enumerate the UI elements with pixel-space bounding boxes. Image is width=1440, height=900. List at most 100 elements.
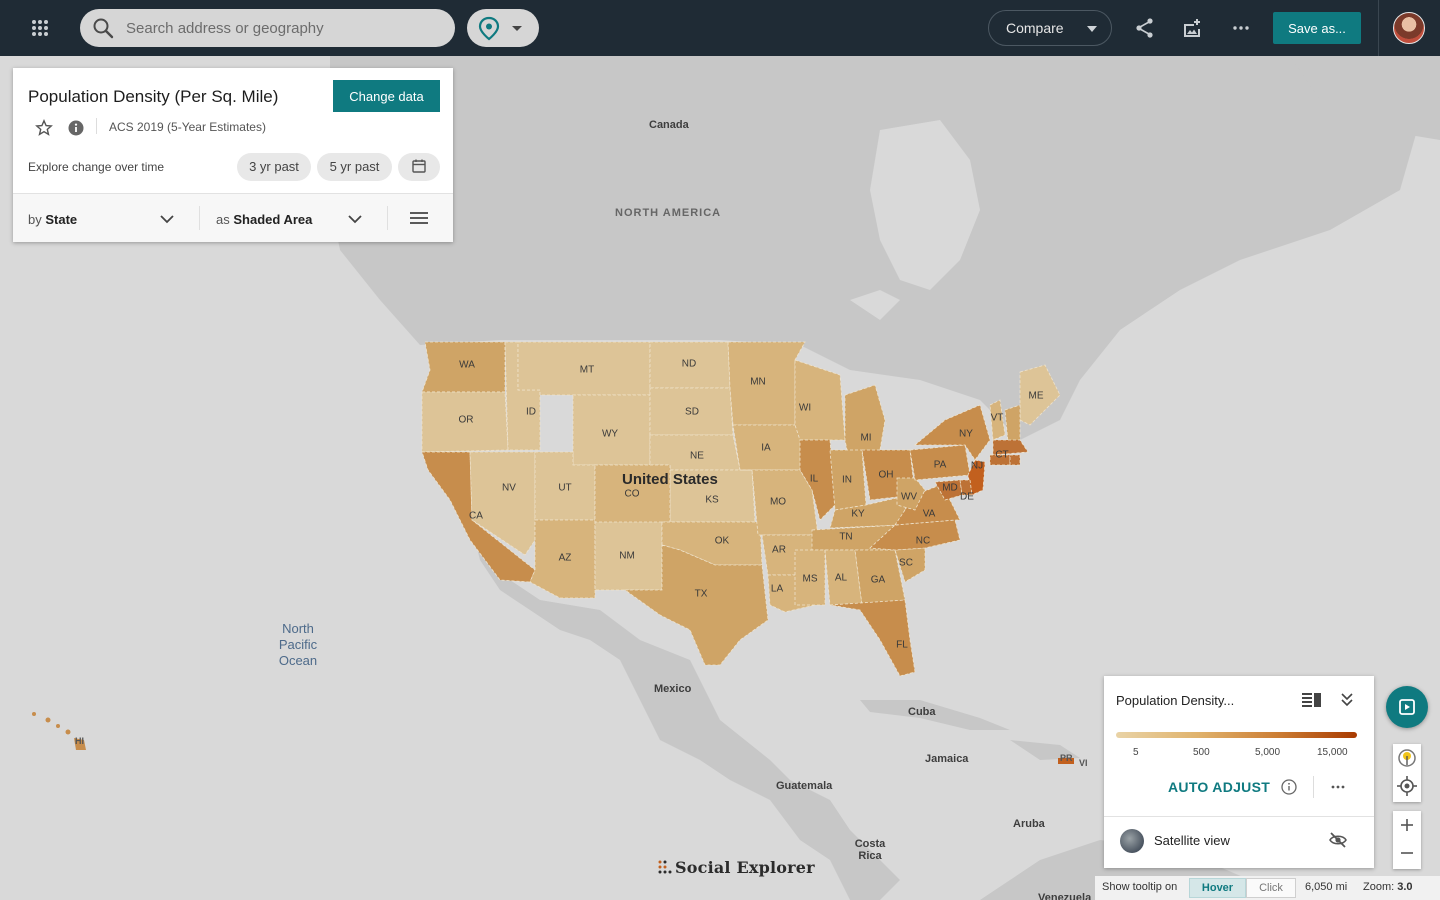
crosshair-icon	[1397, 776, 1417, 796]
more-icon[interactable]	[1229, 16, 1253, 40]
minus-icon	[1401, 852, 1413, 854]
click-toggle[interactable]: Click	[1246, 878, 1296, 898]
state-ri[interactable]	[1009, 454, 1021, 466]
legend-panel: Population Density... 5 500 5,000 15,000…	[1104, 676, 1374, 868]
map-label-north-america: NORTH AMERICA	[615, 207, 722, 219]
state-label-nd: ND	[681, 358, 697, 370]
map-scale: 6,050 mi	[1305, 881, 1348, 893]
state-label-nm: NM	[619, 550, 635, 562]
state-label-ks: KS	[705, 494, 719, 506]
zoom-in-button[interactable]	[1393, 811, 1421, 839]
state-label-mi: MI	[860, 432, 872, 444]
chevron-down-icon	[160, 215, 174, 224]
state-label-de: DE	[960, 491, 974, 503]
avatar[interactable]	[1393, 12, 1425, 44]
map-label-pr: PR	[1060, 753, 1073, 763]
state-mn[interactable]	[727, 341, 806, 426]
top-bar: Compare Save as...	[0, 0, 1440, 56]
state-label-sc: SC	[899, 557, 913, 569]
more-icon[interactable]	[1330, 779, 1346, 800]
compare-button[interactable]: Compare	[988, 10, 1112, 46]
status-bar: Show tooltip on Hover Click 6,050 mi Zoo…	[1095, 876, 1440, 900]
location-pin-icon	[478, 16, 500, 41]
five-year-past-button[interactable]: 5 yr past	[317, 153, 392, 181]
caret-down-icon	[1087, 26, 1097, 32]
state-mi[interactable]	[844, 384, 886, 456]
chevron-down-icon	[512, 26, 522, 31]
calendar-icon	[412, 159, 426, 173]
map-label-vi: VI	[1079, 758, 1088, 768]
location-marker-button[interactable]	[1393, 744, 1421, 772]
logo-text: Social Explorer	[675, 858, 815, 877]
satellite-thumbnail	[1120, 829, 1144, 853]
add-image-icon[interactable]	[1180, 16, 1204, 40]
apps-grid-icon[interactable]	[24, 14, 56, 42]
map-label-mexico: Mexico	[654, 683, 692, 695]
three-year-past-button[interactable]: 3 yr past	[237, 153, 311, 181]
hover-toggle[interactable]: Hover	[1189, 878, 1246, 898]
chevron-down-icon	[348, 215, 362, 224]
auto-adjust-button[interactable]: AUTO ADJUST	[1168, 779, 1270, 795]
divider	[387, 206, 388, 230]
survey-source: ACS 2019 (5-Year Estimates)	[109, 120, 266, 134]
map-label-venezuela: Venezuela	[1038, 892, 1092, 900]
state-label-wy: WY	[601, 428, 619, 440]
legend-tick: 5	[1133, 747, 1139, 758]
state-label-id: ID	[526, 406, 536, 418]
state-label-wi: WI	[798, 402, 812, 414]
change-data-button[interactable]: Change data	[333, 80, 440, 112]
state-label-ca: CA	[469, 510, 483, 522]
social-explorer-logo: Social Explorer	[658, 858, 815, 877]
state-label-sd: SD	[685, 406, 699, 418]
satellite-label: Satellite view	[1154, 833, 1230, 848]
legend-layout-icon[interactable]	[1302, 692, 1322, 713]
state-nh[interactable]	[1004, 404, 1021, 443]
logo-dots-icon	[658, 860, 672, 874]
by-geography-select[interactable]: by State	[13, 194, 199, 242]
eye-off-icon[interactable]	[1328, 831, 1348, 854]
tooltip-label: Show tooltip on	[1102, 881, 1178, 893]
state-wi[interactable]	[794, 359, 846, 441]
state-label-ne: NE	[690, 450, 704, 462]
location-dropdown-button[interactable]	[467, 9, 539, 47]
info-outline-icon[interactable]	[1281, 779, 1297, 800]
state-label-ct: CT	[995, 449, 1009, 461]
collapse-icon[interactable]	[1340, 691, 1354, 712]
data-panel: Population Density (Per Sq. Mile) Change…	[13, 68, 453, 242]
as-visualization-select[interactable]: as Shaded Area	[200, 194, 387, 242]
state-label-nv: NV	[502, 482, 516, 494]
state-label-ok: OK	[714, 535, 730, 547]
state-label-ga: GA	[870, 574, 886, 586]
my-location-button[interactable]	[1393, 772, 1421, 800]
location-marker-icon	[1398, 749, 1416, 767]
state-label-mn: MN	[750, 376, 766, 388]
state-label-oh: OH	[878, 469, 894, 481]
legend-tick: 500	[1193, 747, 1210, 758]
zoom-out-button[interactable]	[1393, 839, 1421, 867]
menu-icon[interactable]	[409, 210, 431, 226]
state-label-ms: MS	[802, 573, 818, 585]
state-label-tn: TN	[839, 531, 853, 543]
share-icon[interactable]	[1133, 16, 1157, 40]
by-value: State	[45, 212, 78, 227]
map-label-aruba: Aruba	[1013, 818, 1045, 830]
location-controls	[1393, 744, 1421, 802]
state-fl[interactable]	[829, 599, 916, 677]
state-label-wa: WA	[459, 359, 475, 371]
save-as-button[interactable]: Save as...	[1273, 12, 1361, 44]
state-label-la: LA	[770, 583, 784, 595]
zoom-controls	[1393, 811, 1421, 869]
star-icon[interactable]	[35, 119, 53, 142]
divider	[1104, 816, 1374, 817]
map-label-canada: Canada	[649, 119, 689, 131]
calendar-button[interactable]	[398, 153, 440, 181]
map-label-cuba: Cuba	[908, 706, 936, 718]
present-button[interactable]	[1386, 686, 1428, 728]
info-icon[interactable]	[68, 120, 84, 141]
state-label-tx: TX	[694, 588, 708, 600]
search-input[interactable]	[126, 9, 436, 47]
by-prefix: by	[28, 212, 42, 227]
state-label-nc: NC	[915, 535, 931, 547]
search-box	[80, 9, 455, 47]
as-value: Shaded Area	[233, 212, 313, 227]
